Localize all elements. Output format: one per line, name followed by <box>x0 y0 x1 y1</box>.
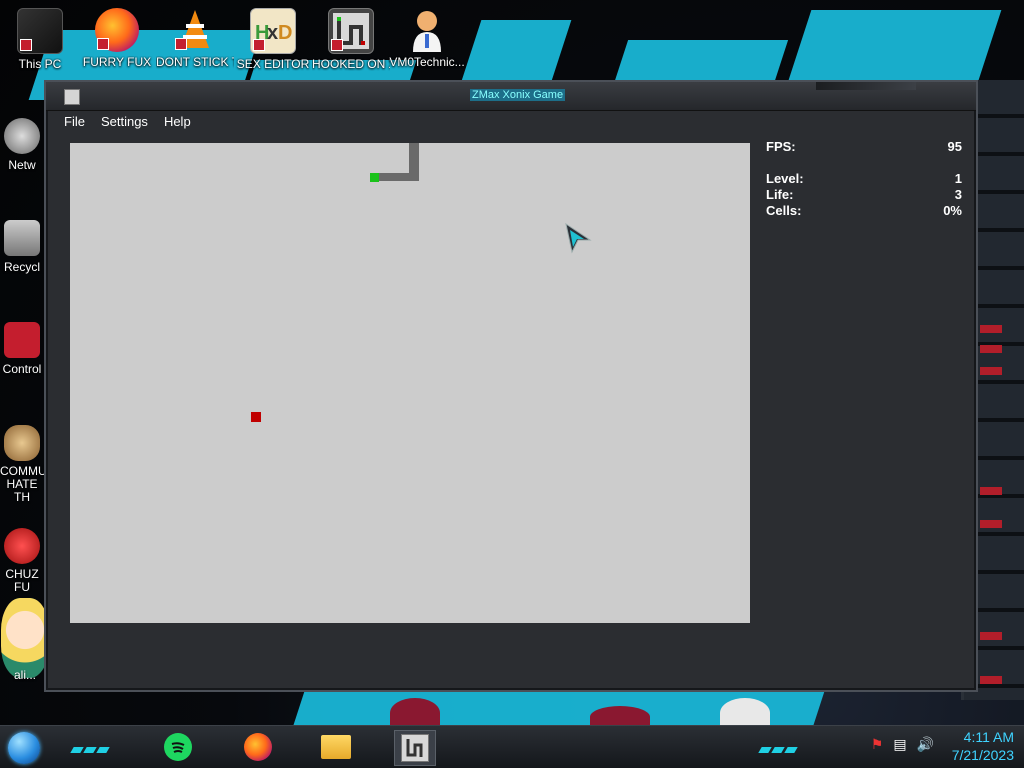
desktop-icon-chuz[interactable]: CHUZ FU <box>0 528 44 594</box>
mouse-cursor-icon <box>564 222 592 254</box>
desktop-icon-label: DONT STICK THIS IN YO... <box>156 56 234 69</box>
stat-label: Cells: <box>766 203 802 218</box>
player-marker <box>370 173 379 182</box>
vlc-cone-icon <box>173 8 217 52</box>
computer-icon <box>17 8 63 54</box>
spotify-icon <box>164 733 192 761</box>
xonix-icon <box>328 8 374 54</box>
window-title: ZMax Xonix Game <box>470 89 566 101</box>
menu-help[interactable]: Help <box>158 112 197 132</box>
clock-date: 7/21/2023 <box>951 747 1014 763</box>
desktop-icon-label: COMMU HATE TH <box>0 465 44 504</box>
game-field[interactable] <box>70 143 750 623</box>
desktop-icon-recycle-bin[interactable]: Recycl <box>0 220 44 274</box>
desktop-icon-network[interactable]: Netw <box>0 118 44 172</box>
firefox-icon <box>95 8 139 52</box>
desktop-icon-furry-fux[interactable]: FURRY FUX <box>78 8 156 69</box>
hxd-icon: HxD <box>250 8 296 54</box>
wallpaper-shoe <box>390 698 440 728</box>
stat-value: 1 <box>954 171 962 186</box>
xonix-icon[interactable] <box>64 89 80 105</box>
desktop-icon-label: Recycl <box>3 260 40 274</box>
window-titlebar[interactable]: ZMax Xonix Game <box>46 82 976 111</box>
stat-value: 3 <box>954 187 962 202</box>
taskbar-decoration <box>70 740 111 753</box>
desktop-icon-label: Netw <box>8 158 36 172</box>
network-icon[interactable]: ▤ <box>893 736 906 753</box>
stat-label: Level: <box>766 171 804 186</box>
wallpaper-light <box>980 367 1002 375</box>
desktop-icon-label: This PC <box>18 58 62 71</box>
wallpaper-light <box>980 325 1002 333</box>
stat-value: 95 <box>947 139 962 154</box>
control-panel-icon <box>4 322 40 358</box>
menubar: File Settings Help <box>58 112 964 132</box>
shortcut-arrow-icon <box>97 38 109 50</box>
flag-icon[interactable]: ⚑ <box>871 736 884 753</box>
taskbar-xonix[interactable] <box>394 730 436 766</box>
menu-file[interactable]: File <box>58 112 91 132</box>
wallpaper-light <box>980 487 1002 495</box>
stat-level: Level: 1 <box>766 171 962 187</box>
desktop-icon-hooked-on-xonix[interactable]: HOOKED ON XONIX <box>312 8 390 71</box>
xonix-icon <box>401 734 429 762</box>
shortcut-arrow-icon <box>331 39 343 51</box>
desktop-icon-label: Control <box>2 362 42 376</box>
desktop-icon-label: CHUZ FU <box>5 568 39 594</box>
titlebar-decoration <box>816 82 916 90</box>
folder-icon <box>321 735 351 759</box>
wallpaper-light <box>980 676 1002 684</box>
taskbar-clock[interactable]: 4:11 AM 7/21/2023 <box>952 728 1014 764</box>
desktop-icon-star[interactable]: ali... <box>0 598 50 696</box>
doctor-icon <box>405 8 449 52</box>
game-window[interactable]: ZMax Xonix Game File Settings Help FPS: … <box>44 80 978 692</box>
desktop-icon-control-panel[interactable]: Control <box>0 322 44 376</box>
wallpaper-shoe <box>720 698 770 728</box>
wallpaper-light <box>980 520 1002 528</box>
desktop-icon-sex-editor[interactable]: HxD SEX EDITOR <box>234 8 312 71</box>
network-icon <box>4 118 40 154</box>
desktop-icon-label: HOOKED ON XONIX <box>312 58 390 71</box>
taskbar-file-explorer[interactable] <box>316 730 356 764</box>
stat-life: Life: 3 <box>766 187 962 203</box>
desktop-icon-label: ali... <box>13 668 36 682</box>
menu-settings[interactable]: Settings <box>95 112 154 132</box>
star-girl-icon <box>1 598 49 678</box>
taskbar: ⚑ ▤ 🔊 4:11 AM 7/21/2023 <box>0 725 1024 768</box>
recycle-bin-icon <box>4 220 40 256</box>
red-face-icon <box>4 528 40 564</box>
clock-time: 4:11 AM <box>963 729 1014 745</box>
stat-label: FPS: <box>766 139 796 154</box>
wallpaper-light <box>980 632 1002 640</box>
desktop-icon-label: SEX EDITOR <box>236 58 310 71</box>
desktop-icon-commu[interactable]: COMMU HATE TH <box>0 425 44 504</box>
wallpaper-graffiti <box>788 10 1002 80</box>
desktop-icon-vm0technic[interactable]: VM0Technic... <box>388 8 466 69</box>
desktop-icon-dont-stick[interactable]: DONT STICK THIS IN YO... <box>156 8 234 69</box>
stats-panel: FPS: 95 Level: 1 Life: 3 Cells: 0% <box>766 139 962 219</box>
money-bag-icon <box>4 425 40 461</box>
desktop-icon-label: FURRY FUX <box>82 56 152 69</box>
enemy-ball <box>251 412 261 422</box>
wallpaper-light <box>980 345 1002 353</box>
shortcut-arrow-icon <box>20 39 32 51</box>
stat-label: Life: <box>766 187 794 202</box>
firefox-icon <box>244 733 272 761</box>
svg-text:x: x <box>267 22 278 44</box>
shortcut-arrow-icon <box>253 39 265 51</box>
volume-icon[interactable]: 🔊 <box>917 736 934 753</box>
stat-cells: Cells: 0% <box>766 203 962 219</box>
desktop-icon-label: VM0Technic... <box>389 56 465 69</box>
start-button[interactable] <box>8 732 40 764</box>
stat-fps: FPS: 95 <box>766 139 962 155</box>
player-trail <box>375 173 419 181</box>
system-tray: ⚑ ▤ 🔊 <box>871 736 934 753</box>
taskbar-firefox[interactable] <box>238 730 278 764</box>
taskbar-decoration <box>758 740 799 753</box>
taskbar-spotify[interactable] <box>158 730 198 764</box>
desktop-icon-this-pc[interactable]: This PC <box>1 8 79 71</box>
stat-value: 0% <box>943 203 962 218</box>
svg-text:D: D <box>278 22 292 44</box>
shortcut-arrow-icon <box>175 38 187 50</box>
